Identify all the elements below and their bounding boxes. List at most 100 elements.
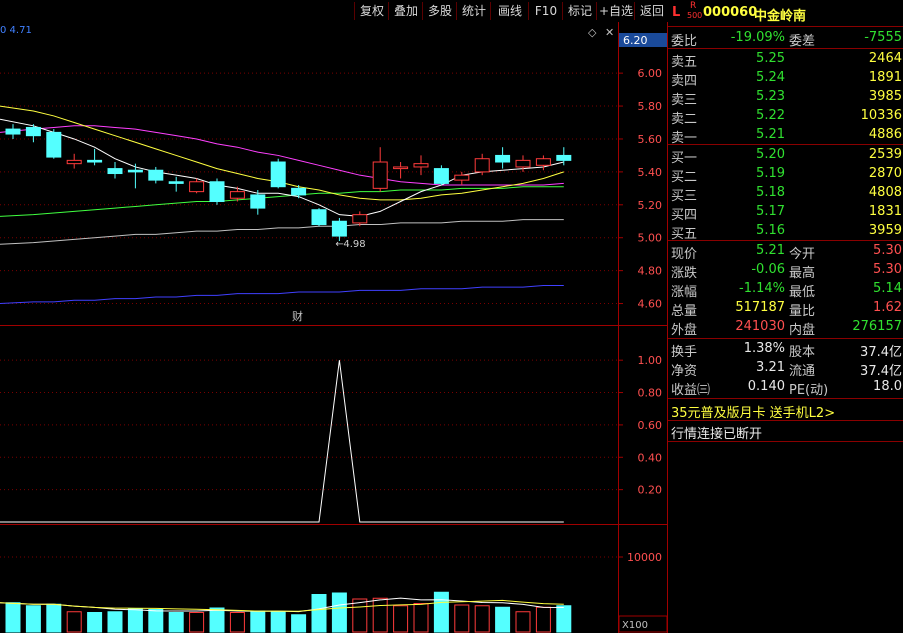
candle-body — [270, 161, 286, 188]
candle-body — [331, 220, 347, 237]
price-axis-label: 5.60 — [638, 133, 663, 146]
mark-button[interactable]: 标记 — [562, 2, 597, 20]
candle-body — [127, 169, 143, 173]
buy-price: 5.17 — [756, 204, 785, 219]
draw-line-button[interactable]: 画线 — [490, 2, 529, 20]
candle-body — [148, 169, 164, 181]
ma60-line — [0, 186, 564, 217]
multi-stock-button[interactable]: 多股 — [422, 2, 457, 20]
candle-body — [454, 174, 470, 181]
stat-value: 1.38% — [743, 341, 785, 356]
f10-button[interactable]: F10 — [528, 2, 563, 20]
stat-value: 5.14 — [873, 281, 902, 296]
r-sub: 500 — [687, 11, 703, 20]
buy-price: 5.16 — [756, 223, 785, 238]
candlesticks — [5, 124, 572, 242]
sell-price: 5.23 — [756, 89, 785, 104]
volume-bar — [168, 612, 184, 633]
stock-name: 中金岭南 — [754, 9, 807, 24]
volume-bar — [515, 611, 531, 633]
statistics-button[interactable]: 统计 — [456, 2, 491, 20]
indicator-axis-label: 1.00 — [638, 354, 663, 367]
candle-body — [189, 181, 205, 193]
buy-price: 5.20 — [756, 147, 785, 162]
overlay-button[interactable]: 叠加 — [388, 2, 423, 20]
volume-bar — [107, 611, 123, 633]
finance-mark[interactable]: 财 — [292, 309, 303, 323]
candle-body — [66, 159, 82, 165]
close-icon[interactable]: ✕ — [605, 26, 614, 39]
stock-header[interactable]: L R 500 000060 中金岭南 — [668, 1, 903, 24]
fuquan-button[interactable]: 复权 — [354, 2, 389, 20]
candle-body — [46, 131, 62, 158]
stat-label: 外盘 — [671, 323, 698, 338]
ma250-line — [0, 284, 564, 305]
volume-bar — [66, 611, 82, 633]
price-axis-label: 5.20 — [638, 199, 663, 212]
stat-value: 241030 — [735, 319, 785, 334]
stat-value: 517187 — [735, 300, 785, 315]
candle-body — [474, 158, 490, 173]
price-axis-label: 4.60 — [638, 298, 663, 311]
stat-value: 0.140 — [747, 379, 785, 394]
buy-volume: 2539 — [868, 147, 902, 162]
kline-chart[interactable]: 6.005.805.605.405.205.004.804.60←1.000.8… — [0, 22, 668, 633]
sell-level-row: 卖三 5.23 3985 — [668, 87, 903, 108]
buy-price: 5.19 — [756, 166, 785, 181]
stat-row: 涨幅 -1.14% 最低 5.14 — [668, 279, 903, 300]
sell-volume: 10336 — [860, 108, 902, 123]
promo-text[interactable]: 35元普及版月卡 送手机L2> — [671, 402, 835, 421]
price-axis-label: 5.00 — [638, 232, 663, 245]
stat-value: 1.62 — [873, 300, 902, 315]
candle-body — [535, 158, 551, 166]
indicator-axis-label: 0.80 — [638, 387, 663, 400]
stat-row: 换手 1.38% 股本 37.4亿 — [668, 339, 903, 360]
volume-bar — [25, 605, 41, 633]
connection-status: 行情连接已断开 — [668, 421, 903, 442]
volume-bar — [46, 603, 62, 633]
volume-bar — [352, 598, 368, 633]
indicator-series — [0, 360, 564, 523]
volume-bar — [372, 597, 388, 633]
stat-value: 18.0 — [873, 379, 902, 394]
price-axis-label: 5.80 — [638, 100, 663, 113]
candle-body — [291, 187, 307, 196]
add-watchlist-button[interactable]: +自选 — [596, 2, 635, 20]
weibi-row: 委比 -19.09% 委差 -7555 — [668, 28, 903, 49]
buy-price: 5.18 — [756, 185, 785, 200]
promo-link[interactable]: 35元普及版月卡 送手机L2> — [668, 400, 903, 421]
volume-bar — [270, 611, 286, 633]
weibi-value: -19.09% — [730, 30, 785, 45]
candle-body — [515, 159, 531, 168]
buy-level-row: 买四 5.17 1831 — [668, 202, 903, 223]
stat-row: 现价 5.21 今开 5.30 — [668, 241, 903, 262]
volume-bar — [5, 602, 21, 633]
buy-level-row: 买五 5.16 3959 — [668, 221, 903, 242]
sell-level-row: 卖二 5.22 10336 — [668, 106, 903, 127]
volume-bar — [433, 591, 449, 633]
ma-legend: 0 4.71 — [0, 25, 32, 36]
buy-volume: 3959 — [868, 223, 902, 238]
quote-panel: L R 500 000060 中金岭南 委比 -19.09% 委差 -7555 … — [668, 0, 903, 633]
volume-bar — [229, 612, 245, 633]
buy-volume: 4808 — [868, 185, 902, 200]
stat-value: -1.14% — [739, 281, 785, 296]
stat-row: 净资 3.21 流通 37.4亿 — [668, 358, 903, 379]
volume-bar — [189, 612, 205, 633]
volume-bar — [250, 610, 266, 633]
diamond-icon[interactable]: ◇ — [588, 26, 597, 39]
volume-bar — [127, 608, 143, 633]
buy-volume: 2870 — [868, 166, 902, 181]
stat-value: 3.21 — [756, 360, 785, 375]
volume-bar — [148, 609, 164, 633]
stat-value: 276157 — [852, 319, 902, 334]
candle-body — [87, 159, 103, 163]
candle-body — [372, 161, 388, 189]
volume-bars — [5, 591, 572, 633]
stat-row: 外盘 241030 内盘 276157 — [668, 317, 903, 338]
back-button[interactable]: 返回 — [634, 2, 669, 20]
indicator-line — [0, 360, 564, 523]
indicator-grid — [0, 359, 623, 491]
volume-bar — [413, 603, 429, 633]
volume-bar — [311, 594, 327, 633]
